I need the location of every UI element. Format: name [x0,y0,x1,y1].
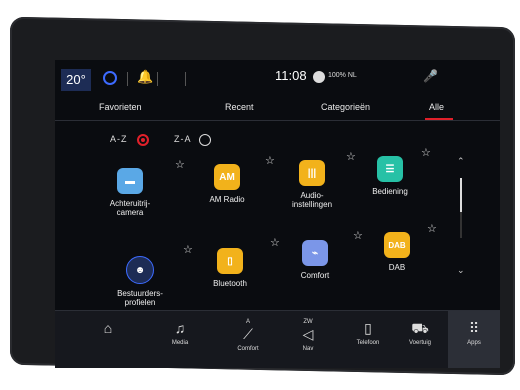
temperature-display[interactable]: 20° [61,69,91,91]
car-icon: ⛟ [411,320,429,336]
app-bediening[interactable]: ☰ Bediening [355,156,425,196]
tabs-divider [55,120,500,121]
favorite-star-icon[interactable]: ☆ [270,236,280,249]
app-label: Bediening [372,187,408,196]
audio-settings-icon: ||| [299,160,325,186]
favorite-star-icon[interactable]: ☆ [175,158,185,171]
tab-alle[interactable]: Alle [429,102,444,112]
nav-label: Apps [467,340,481,346]
phone-icon: ▯ [364,320,372,336]
microphone-icon[interactable]: 🎤 [423,69,438,83]
sort-za-radio[interactable] [199,134,211,146]
favorite-star-icon[interactable]: ☆ [265,154,275,167]
am-radio-icon: AM [214,164,240,190]
controls-icon: ☰ [377,156,403,182]
nav-comfort[interactable]: A ⟋ Comfort [223,319,273,352]
app-tabs: Favorieten Recent Categorieën Alle [55,98,500,120]
clock: 11:08 [275,68,307,83]
app-label: Comfort [300,271,330,280]
app-label: AM Radio [209,195,245,204]
navigation-arrow-icon: ◁ [302,326,314,342]
dab-icon: DAB [384,232,410,258]
scroll-down-icon[interactable]: ⌄ [457,265,465,276]
apps-grid-icon: ⠿ [468,320,480,336]
app-am-radio[interactable]: AM AM Radio [192,164,262,204]
camera-icon: ▬ [117,168,143,194]
tab-categorieen[interactable]: Categorieën [321,102,370,112]
nav-label: Media [171,340,189,346]
driver-profile-icon: ☻ [126,256,154,284]
scrollbar-thumb[interactable] [460,178,462,212]
nav-label: Telefoon [356,340,380,346]
favorite-star-icon[interactable]: ☆ [183,243,193,256]
profile-icon[interactable] [103,71,117,85]
nav-label: Comfort [237,346,259,352]
app-audio-instellingen[interactable]: ||| Audio- instellingen [277,160,347,209]
battery-status: 100% NL [328,72,357,79]
app-achteruitrijcamera[interactable]: ▬ Achteruitrij- camera [95,168,165,217]
nav-apps[interactable]: ⠿ Apps [448,311,500,368]
nav-label: Nav [302,346,314,352]
app-bestuurdersprofielen[interactable]: ☻ Bestuurders- profielen [105,256,175,307]
bottom-navigation: ⌂ ♫ Media A ⟋ Comfort ZW ◁ Nav ▯ Telefoo… [55,310,500,368]
tab-recent[interactable]: Recent [225,102,254,112]
app-label: Bluetooth [213,279,247,288]
divider [127,72,128,86]
scroll-up-icon[interactable]: ⌃ [457,156,465,167]
tab-favorieten[interactable]: Favorieten [99,102,142,112]
home-icon: ⌂ [103,320,113,336]
app-bluetooth[interactable]: ▯ Bluetooth [195,248,265,288]
divider [157,72,158,86]
app-label: Bestuurders- profielen [117,289,163,307]
nav-home[interactable]: ⌂ [83,319,133,340]
battery-icon [313,71,325,83]
infotainment-screen: 20° 🔔 11:08 100% NL 🎤 Favorieten Recent … [55,60,500,368]
music-note-icon: ♫ [174,320,186,336]
status-bar: 20° 🔔 11:08 100% NL 🎤 [55,60,500,92]
nav-label: Voertuig [408,340,432,346]
bluetooth-phone-icon: ▯ [217,248,243,274]
comfort-icon: ⌁ [302,240,328,266]
sort-az-label: A-Z [110,134,128,144]
notification-bell-icon[interactable]: 🔔 [137,69,153,85]
app-dab[interactable]: DAB DAB [362,232,432,272]
nav-voertuig[interactable]: ⛟ Voertuig [395,319,445,346]
app-label: Achteruitrij- camera [109,199,151,217]
app-label: Audio- instellingen [291,191,333,209]
nav-navigation[interactable]: ZW ◁ Nav [283,319,333,352]
app-label: DAB [388,263,406,272]
sort-az-radio[interactable] [137,134,149,146]
sort-za-label: Z-A [174,134,192,144]
nav-media[interactable]: ♫ Media [155,319,205,346]
divider [185,72,186,86]
app-comfort[interactable]: ⌁ Comfort [280,240,350,280]
nav-telefoon[interactable]: ▯ Telefoon [343,319,393,346]
seat-icon: ⟋ [243,326,253,342]
